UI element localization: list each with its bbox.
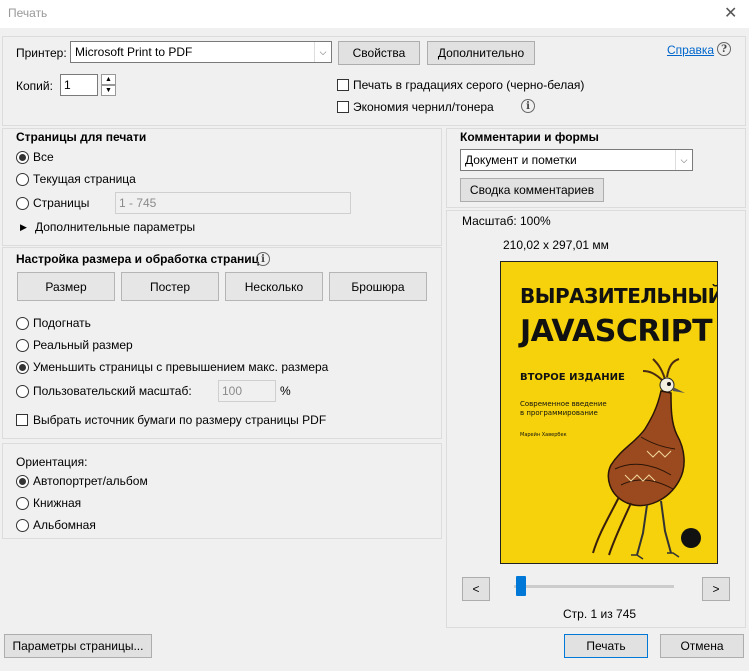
actual-size-radio[interactable] <box>16 339 29 352</box>
pages-all-label: Все <box>33 150 54 164</box>
properties-button[interactable]: Свойства <box>338 41 420 65</box>
copies-spinner-down[interactable]: ▼ <box>101 85 116 96</box>
info-icon[interactable]: i <box>521 99 535 113</box>
help-icon[interactable]: ? <box>717 42 731 56</box>
next-page-button[interactable]: > <box>702 577 730 601</box>
scale-label: Масштаб: 100% <box>462 214 551 228</box>
page-slider-thumb[interactable] <box>516 576 526 596</box>
shrink-label: Уменьшить страницы с превышением макс. р… <box>33 360 329 374</box>
close-icon[interactable]: ✕ <box>724 3 737 23</box>
save-ink-checkbox[interactable] <box>337 101 349 113</box>
book-title-line2: JAVASCRIPT <box>520 314 713 349</box>
cancel-button[interactable]: Отмена <box>660 634 744 658</box>
pages-heading: Страницы для печати <box>16 130 147 144</box>
page-size-label: 210,02 x 297,01 мм <box>503 238 609 252</box>
pages-current-radio[interactable] <box>16 173 29 186</box>
custom-scale-label: Пользовательский масштаб: <box>33 384 192 398</box>
comments-select-value: Документ и пометки <box>465 153 577 167</box>
landscape-label: Альбомная <box>33 518 96 532</box>
tab-poster[interactable]: Постер <box>121 272 219 301</box>
title-bar <box>0 0 749 28</box>
pages-range-input[interactable]: 1 - 745 <box>115 192 351 214</box>
window-title: Печать <box>8 6 48 20</box>
expand-triangle-icon[interactable]: ▶ <box>20 222 27 233</box>
sizing-info-icon[interactable]: i <box>256 252 270 266</box>
page-setup-button[interactable]: Параметры страницы... <box>4 634 152 658</box>
copies-spinner-up[interactable]: ▲ <box>101 74 116 85</box>
tab-multiple[interactable]: Несколько <box>225 272 323 301</box>
percent-label: % <box>280 384 291 398</box>
more-options-toggle[interactable]: Дополнительные параметры <box>35 220 195 234</box>
comments-heading: Комментарии и формы <box>460 130 599 144</box>
paper-source-label: Выбрать источник бумаги по размеру стран… <box>33 413 327 427</box>
page-preview: ВЫРАЗИТЕЛЬНЫЙ JAVASCRIPT ВТОРОЕ ИЗДАНИЕ … <box>500 261 718 564</box>
auto-orientation-label: Автопортрет/альбом <box>33 474 148 488</box>
tab-booklet[interactable]: Брошюра <box>329 272 427 301</box>
advanced-button[interactable]: Дополнительно <box>427 41 535 65</box>
paper-source-checkbox[interactable] <box>16 414 28 426</box>
grayscale-checkbox[interactable] <box>337 79 349 91</box>
pages-current-label: Текущая страница <box>33 172 136 186</box>
pages-range-label: Страницы <box>33 196 90 210</box>
copies-label: Копий: <box>16 79 53 93</box>
print-button[interactable]: Печать <box>564 634 648 658</box>
actual-size-label: Реальный размер <box>33 338 133 352</box>
printer-label: Принтер: <box>16 46 67 60</box>
sizing-heading: Настройка размера и обработка страниц <box>16 252 259 266</box>
book-title-line1: ВЫРАЗИТЕЛЬНЫЙ <box>520 284 718 308</box>
custom-scale-input[interactable]: 100 <box>218 380 276 402</box>
help-link[interactable]: Справка <box>667 43 714 57</box>
grayscale-label: Печать в градациях серого (черно-белая) <box>353 78 585 92</box>
publisher-logo <box>681 528 701 548</box>
auto-orientation-radio[interactable] <box>16 475 29 488</box>
pages-all-radio[interactable] <box>16 151 29 164</box>
orientation-heading: Ориентация: <box>16 455 88 469</box>
page-indicator: Стр. 1 из 745 <box>563 607 637 621</box>
chevron-down-icon: ⌵ <box>314 42 331 62</box>
prev-page-button[interactable]: < <box>462 577 490 601</box>
comments-select[interactable]: Документ и пометки ⌵ <box>460 149 693 171</box>
fit-radio[interactable] <box>16 317 29 330</box>
portrait-radio[interactable] <box>16 497 29 510</box>
book-author: Марейн Хавербек <box>520 432 567 438</box>
pages-range-radio[interactable] <box>16 197 29 210</box>
tab-size[interactable]: Размер <box>17 272 115 301</box>
shrink-radio[interactable] <box>16 361 29 374</box>
chevron-down-icon: ⌵ <box>675 150 692 170</box>
custom-scale-radio[interactable] <box>16 385 29 398</box>
portrait-label: Книжная <box>33 496 82 510</box>
page-slider-track[interactable] <box>514 585 674 588</box>
printer-select-value: Microsoft Print to PDF <box>75 45 193 59</box>
fit-label: Подогнать <box>33 316 91 330</box>
landscape-radio[interactable] <box>16 519 29 532</box>
save-ink-label: Экономия чернил/тонера <box>353 100 494 114</box>
copies-input[interactable]: 1 <box>60 74 98 96</box>
book-subtitle-line2: в программирование <box>520 409 598 417</box>
printer-select[interactable]: Microsoft Print to PDF ⌵ <box>70 41 332 63</box>
comments-summary-button[interactable]: Сводка комментариев <box>460 178 604 202</box>
